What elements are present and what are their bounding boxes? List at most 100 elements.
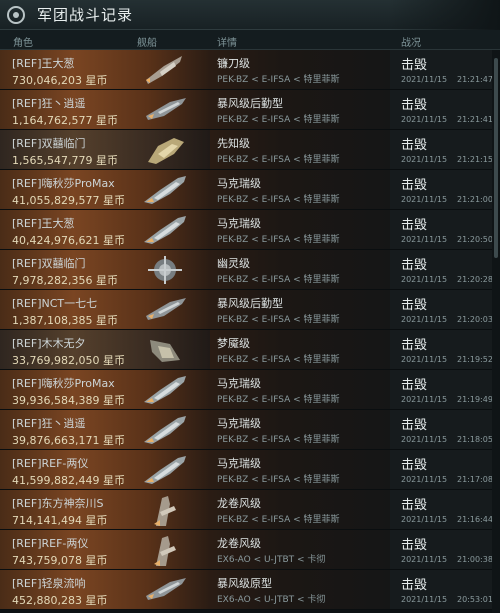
titlebar-fade	[390, 0, 500, 30]
pilot-name[interactable]: [REF]王大葱	[12, 215, 75, 231]
combat-result: 击毁	[401, 298, 428, 313]
cruiser-ship-icon[interactable]	[140, 292, 190, 328]
cruiser-ship-icon[interactable]	[140, 572, 190, 608]
combat-log-row[interactable]: [REF]NCT一七七 1,387,108,385 星币 暴风级后勤型 PEK-BZ …	[0, 290, 492, 330]
combat-log-row[interactable]: [REF]东方神奈川S 714,141,494 星币 龙卷风级 PEK-BZ < E-…	[0, 490, 492, 530]
combat-log-row[interactable]: [REF]王大葱 730,046,203 星币 镰刀级 PEK-BZ < E-IFSA…	[0, 50, 492, 90]
location-path: PEK-BZ < E-IFSA < 特里菲斯	[217, 435, 340, 445]
ship-type[interactable]: 镰刀级	[217, 55, 250, 71]
column-header-detail[interactable]: 详情	[217, 34, 237, 49]
loss-value: 33,769,982,050 星币	[12, 354, 125, 367]
combat-result: 击毁	[401, 418, 428, 433]
nightmare-ship-icon[interactable]	[140, 332, 190, 368]
combat-date: 2021/11/15	[401, 595, 448, 604]
pilot-name[interactable]: [REF]NCT一七七	[12, 295, 97, 311]
ship-type[interactable]: 暴风级后勤型	[217, 295, 283, 311]
pilot-name[interactable]: [REF]东方神奈川S	[12, 495, 104, 511]
loss-value: 39,876,663,171 星币	[12, 434, 125, 447]
location-path: PEK-BZ < E-IFSA < 特里菲斯	[217, 315, 340, 325]
combat-time: 21:20:28	[457, 275, 492, 284]
pilot-name[interactable]: [REF]王大葱	[12, 55, 75, 71]
combat-date: 2021/11/15	[401, 155, 448, 164]
ship-type[interactable]: 马克瑞级	[217, 455, 261, 471]
destroyer-ship-icon[interactable]	[140, 52, 190, 88]
battleship-icon[interactable]	[140, 372, 190, 408]
pilot-name[interactable]: [REF]嗨秋莎ProMax	[12, 375, 115, 391]
ship-type[interactable]: 梦魇级	[217, 335, 250, 351]
loss-value: 41,055,829,577 星币	[12, 194, 125, 207]
pilot-name[interactable]: [REF]狂丶逍遥	[12, 95, 86, 111]
combat-result: 击毁	[401, 498, 428, 513]
column-header-ship[interactable]: 舰船	[137, 34, 157, 49]
pilot-name[interactable]: [REF]REF-两仪	[12, 455, 88, 471]
ship-type[interactable]: 马克瑞级	[217, 215, 261, 231]
pilot-name[interactable]: [REF]REF-两仪	[12, 535, 88, 551]
combat-result: 击毁	[401, 98, 428, 113]
ship-type[interactable]: 暴风级后勤型	[217, 95, 283, 111]
battlecruiser-ship-icon[interactable]	[140, 132, 190, 168]
scrollbar[interactable]	[492, 50, 500, 613]
location-path: PEK-BZ < E-IFSA < 特里菲斯	[217, 515, 340, 525]
combat-result: 击毁	[401, 538, 428, 553]
combat-log-row[interactable]: [REF]嗨秋莎ProMax 39,936,584,389 星币 马克瑞级 PEK-B…	[0, 370, 492, 410]
combat-log-row[interactable]: [REF]狂丶逍遥 39,876,663,171 星币 马克瑞级 PEK-BZ < E…	[0, 410, 492, 450]
battleship-icon[interactable]	[140, 412, 190, 448]
cruiser-ship-icon[interactable]	[140, 92, 190, 128]
column-header-role[interactable]: 角色	[13, 34, 33, 49]
ship-type[interactable]: 龙卷风级	[217, 495, 261, 511]
location-path: PEK-BZ < E-IFSA < 特里菲斯	[217, 195, 340, 205]
combat-result: 击毁	[401, 58, 428, 73]
ship-type[interactable]: 马克瑞级	[217, 175, 261, 191]
pilot-name[interactable]: [REF]双囍临门	[12, 255, 86, 271]
combat-result: 击毁	[401, 338, 428, 353]
combat-log-row[interactable]: [REF]REF-两仪 41,599,882,449 星币 马克瑞级 PEK-BZ <…	[0, 450, 492, 490]
combat-log-row[interactable]: [REF]轻泉流响 452,880,283 星币 暴风级原型 EX6-AO < U-J…	[0, 570, 492, 610]
combat-time: 21:20:03	[457, 315, 492, 324]
combat-date: 2021/11/15	[401, 475, 448, 484]
combat-date: 2021/11/15	[401, 75, 448, 84]
location-path: PEK-BZ < E-IFSA < 特里菲斯	[217, 75, 340, 85]
battleship-icon[interactable]	[140, 452, 190, 488]
pilot-name[interactable]: [REF]轻泉流响	[12, 575, 86, 591]
column-header-result[interactable]: 战况	[401, 34, 421, 49]
ship-type[interactable]: 先知级	[217, 135, 250, 151]
pilot-name[interactable]: [REF]木木无夕	[12, 335, 86, 351]
loss-value: 714,141,494 星币	[12, 514, 108, 527]
combat-log-row[interactable]: [REF]王大葱 40,424,976,621 星币 马克瑞级 PEK-BZ < E-…	[0, 210, 492, 250]
ghost-ship-icon[interactable]	[140, 252, 190, 288]
tornado-ship-icon[interactable]	[140, 492, 190, 528]
combat-date: 2021/11/15	[401, 315, 448, 324]
location-path: PEK-BZ < E-IFSA < 特里菲斯	[217, 155, 340, 165]
window-title: 军团战斗记录	[37, 6, 134, 24]
combat-time: 21:21:41	[457, 115, 492, 124]
combat-time: 21:20:50	[457, 235, 492, 244]
combat-date: 2021/11/15	[401, 395, 448, 404]
loss-value: 1,387,108,385 星币	[12, 314, 118, 327]
combat-date: 2021/11/15	[401, 435, 448, 444]
scrollbar-thumb[interactable]	[494, 58, 498, 258]
loss-value: 7,978,282,356 星币	[12, 274, 118, 287]
combat-log-row[interactable]: [REF]双囍临门 1,565,547,779 星币 先知级 PEK-BZ < E-I…	[0, 130, 492, 170]
battleship-icon[interactable]	[140, 172, 190, 208]
combat-time: 21:00:38	[457, 555, 492, 564]
combat-date: 2021/11/15	[401, 195, 448, 204]
ship-type[interactable]: 幽灵级	[217, 255, 250, 271]
combat-time: 21:18:05	[457, 435, 492, 444]
combat-log-row[interactable]: [REF]嗨秋莎ProMax 41,055,829,577 星币 马克瑞级 PEK-B…	[0, 170, 492, 210]
ship-type[interactable]: 暴风级原型	[217, 575, 272, 591]
battleship-icon[interactable]	[140, 212, 190, 248]
combat-log-row[interactable]: [REF]木木无夕 33,769,982,050 星币 梦魇级 PEK-BZ < E-…	[0, 330, 492, 370]
combat-time: 21:21:47	[457, 75, 492, 84]
ship-type[interactable]: 龙卷风级	[217, 535, 261, 551]
combat-log-row[interactable]: [REF]狂丶逍遥 1,164,762,577 星币 暴风级后勤型 PEK-BZ < …	[0, 90, 492, 130]
loss-value: 41,599,882,449 星币	[12, 474, 125, 487]
tornado-ship-icon[interactable]	[140, 532, 190, 568]
combat-log-row[interactable]: [REF]双囍临门 7,978,282,356 星币 幽灵级 PEK-BZ < E-I…	[0, 250, 492, 290]
pilot-name[interactable]: [REF]嗨秋莎ProMax	[12, 175, 115, 191]
pilot-name[interactable]: [REF]双囍临门	[12, 135, 86, 151]
corporation-emblem-icon[interactable]	[7, 5, 25, 24]
ship-type[interactable]: 马克瑞级	[217, 415, 261, 431]
combat-log-row[interactable]: [REF]REF-两仪 743,759,078 星币 龙卷风级 EX6-AO < U-…	[0, 530, 492, 570]
ship-type[interactable]: 马克瑞级	[217, 375, 261, 391]
pilot-name[interactable]: [REF]狂丶逍遥	[12, 415, 86, 431]
